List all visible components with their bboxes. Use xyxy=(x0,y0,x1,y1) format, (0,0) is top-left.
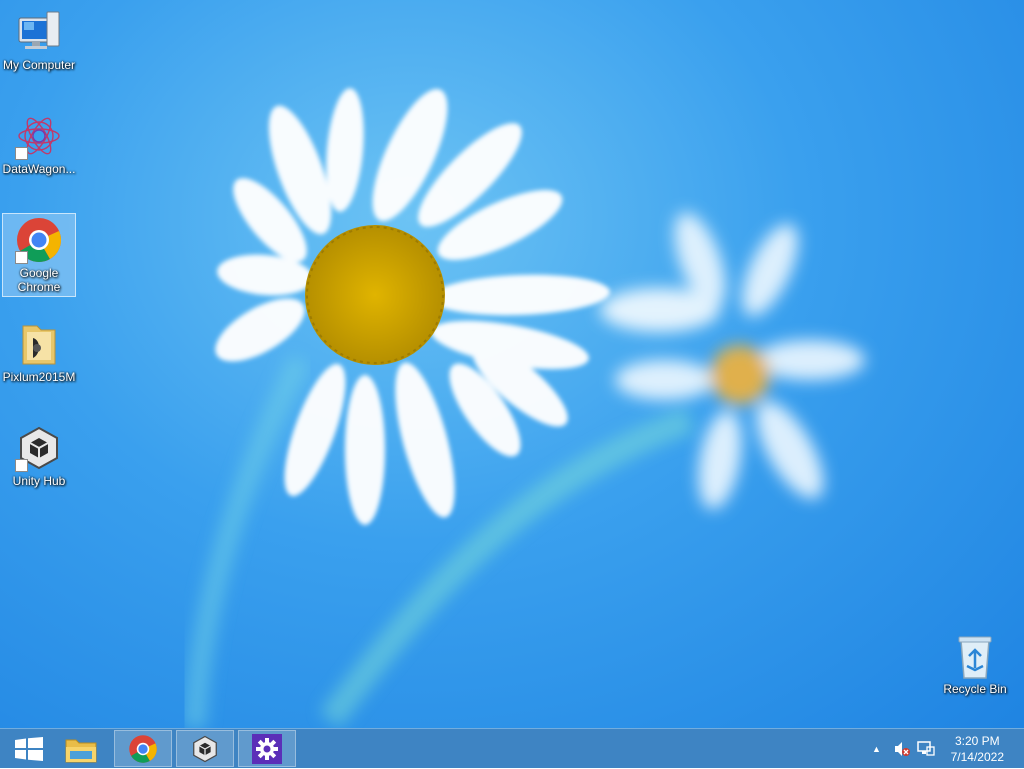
shortcut-arrow-icon xyxy=(15,147,28,160)
datawagon-icon xyxy=(15,112,63,160)
folder-icon xyxy=(15,320,63,368)
system-tray: ▲ xyxy=(872,729,935,769)
desktop-icon-pixlum[interactable]: Pixlum2015M xyxy=(2,318,76,384)
start-button[interactable] xyxy=(0,730,58,767)
icon-label: Pixlum2015M xyxy=(2,370,76,384)
clock-time: 3:20 PM xyxy=(954,734,1000,748)
icon-label: My Computer xyxy=(2,58,76,72)
unity-hub-icon xyxy=(15,424,63,472)
windows-logo-icon xyxy=(15,736,43,761)
taskbar-chrome-button[interactable] xyxy=(114,730,172,767)
icon-label: Google Chrome xyxy=(17,266,61,294)
show-hidden-icons-chevron-icon[interactable]: ▲ xyxy=(872,744,881,754)
taskbar-unity-button[interactable] xyxy=(176,730,234,767)
shortcut-arrow-icon xyxy=(15,459,28,472)
clock-date: 7/14/2022 xyxy=(950,750,1004,764)
settings-gear-icon xyxy=(252,733,282,764)
desktop-icon-unity-hub[interactable]: Unity Hub xyxy=(2,422,76,488)
volume-muted-icon[interactable] xyxy=(893,741,911,757)
wallpaper-daisy-image xyxy=(184,88,865,728)
recycle-bin-icon xyxy=(951,632,999,680)
desktop-icon-recycle-bin[interactable]: Recycle Bin xyxy=(938,630,1012,696)
icon-label: Unity Hub xyxy=(12,474,66,488)
desktop-icon-my-computer[interactable]: My Computer xyxy=(2,6,76,72)
icon-label: DataWagon... xyxy=(2,162,76,176)
taskbar-settings-button[interactable] xyxy=(238,730,296,767)
network-icon[interactable] xyxy=(917,741,935,757)
taskbar: ▲ 3:20 PM 7/14/2022 xyxy=(0,728,1024,768)
chrome-icon xyxy=(15,216,63,264)
taskbar-file-explorer-button[interactable] xyxy=(52,730,110,767)
desktop[interactable]: My Computer DataWagon... Google Chrome P… xyxy=(0,0,1024,728)
icon-label: Recycle Bin xyxy=(943,682,1007,696)
shortcut-arrow-icon xyxy=(15,251,28,264)
file-explorer-icon xyxy=(65,739,97,762)
desktop-icon-datawagon[interactable]: DataWagon... xyxy=(2,110,76,176)
chrome-icon xyxy=(129,734,157,763)
unity-icon xyxy=(193,735,217,762)
desktop-icon-google-chrome[interactable]: Google Chrome xyxy=(2,213,76,297)
taskbar-clock[interactable]: 3:20 PM 7/14/2022 xyxy=(951,733,1004,765)
my-computer-icon xyxy=(15,8,63,56)
